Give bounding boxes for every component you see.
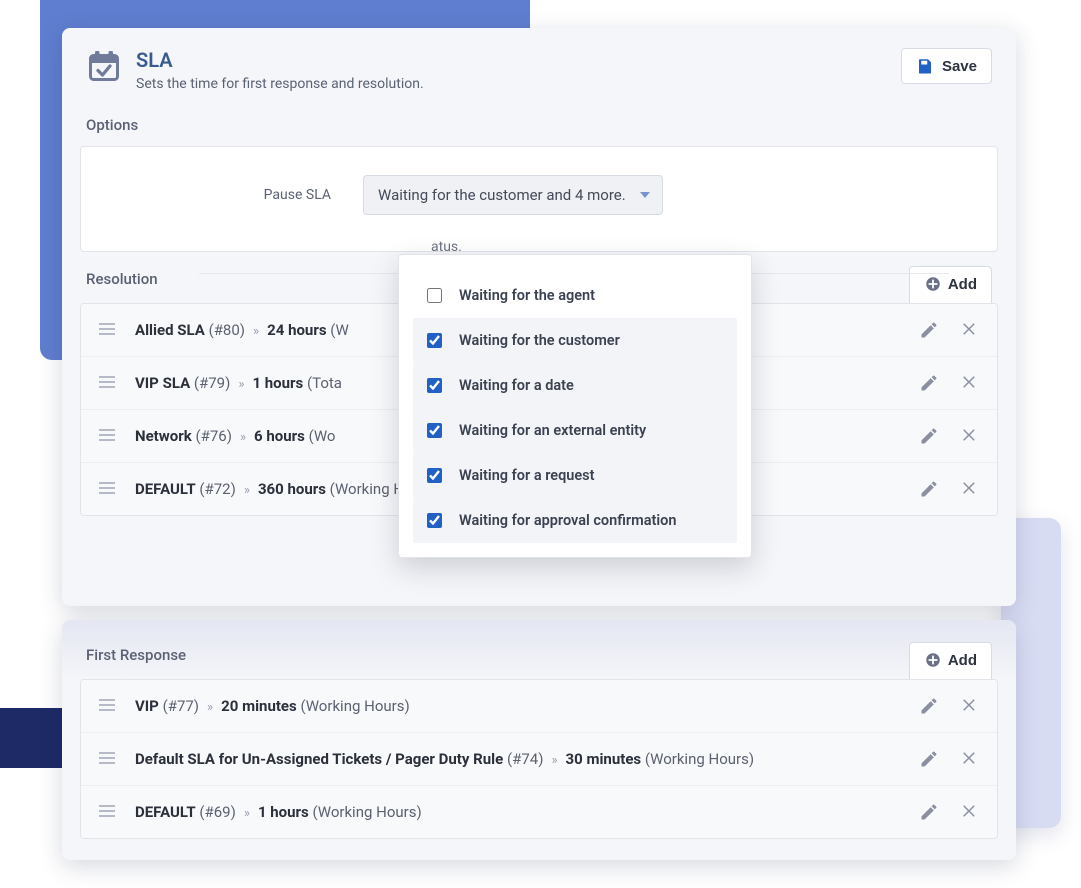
- drag-handle-icon[interactable]: [99, 374, 115, 393]
- delete-icon[interactable]: [961, 802, 979, 820]
- pause-option-checkbox[interactable]: [427, 468, 442, 483]
- rule-row: VIP (#77)»20 minutes (Working Hours): [81, 680, 997, 733]
- rule-row: Default SLA for Un-Assigned Tickets / Pa…: [81, 733, 997, 786]
- pause-option-checkbox[interactable]: [427, 378, 442, 393]
- rule-text: DEFAULT (#69)»1 hours (Working Hours): [135, 803, 919, 821]
- options-box: Pause SLA Waiting for the customer and 4…: [80, 146, 998, 252]
- pause-sla-dropdown: Waiting for the agent Waiting for the cus…: [398, 254, 752, 558]
- pause-option-2[interactable]: Waiting for a date: [413, 363, 737, 408]
- pause-option-label: Waiting for a request: [459, 467, 595, 484]
- edit-icon[interactable]: [919, 749, 939, 769]
- pause-option-checkbox[interactable]: [427, 513, 442, 528]
- edit-icon[interactable]: [919, 320, 939, 340]
- save-icon: [916, 57, 934, 75]
- edit-icon[interactable]: [919, 696, 939, 716]
- pause-option-label: Waiting for the customer: [459, 332, 620, 349]
- first-response-panel: First Response Add VIP (#77)»20 minutes …: [62, 620, 1016, 860]
- delete-icon[interactable]: [961, 479, 979, 497]
- add-resolution-button[interactable]: Add: [909, 266, 992, 303]
- edit-icon[interactable]: [919, 479, 939, 499]
- drag-handle-icon[interactable]: [99, 803, 115, 822]
- pause-option-3[interactable]: Waiting for an external entity: [413, 408, 737, 453]
- page-subtitle: Sets the time for first response and res…: [136, 76, 424, 92]
- first-response-section-label: First Response: [86, 646, 186, 664]
- edit-icon[interactable]: [919, 426, 939, 446]
- pause-hint-text: atus.: [431, 239, 973, 255]
- delete-icon[interactable]: [961, 320, 979, 338]
- pause-option-checkbox[interactable]: [427, 423, 442, 438]
- plus-circle-icon: [924, 275, 942, 293]
- pause-option-label: Waiting for a date: [459, 377, 574, 394]
- pause-option-checkbox[interactable]: [427, 288, 442, 303]
- pause-option-5[interactable]: Waiting for approval confirmation: [413, 498, 737, 543]
- drag-handle-icon[interactable]: [99, 480, 115, 499]
- drag-handle-icon[interactable]: [99, 321, 115, 340]
- pause-option-checkbox[interactable]: [427, 333, 442, 348]
- delete-icon[interactable]: [961, 373, 979, 391]
- delete-icon[interactable]: [961, 426, 979, 444]
- pause-sla-label: Pause SLA: [105, 187, 331, 203]
- calendar-check-icon: [86, 48, 122, 84]
- save-button[interactable]: Save: [901, 48, 992, 84]
- rule-row: DEFAULT (#69)»1 hours (Working Hours): [81, 786, 997, 838]
- delete-icon[interactable]: [961, 696, 979, 714]
- pause-option-0[interactable]: Waiting for the agent: [413, 273, 737, 318]
- rule-text: Default SLA for Un-Assigned Tickets / Pa…: [135, 750, 919, 768]
- delete-icon[interactable]: [961, 749, 979, 767]
- pause-sla-select[interactable]: Waiting for the customer and 4 more.: [363, 175, 663, 215]
- first-response-list: VIP (#77)»20 minutes (Working Hours) Defa…: [80, 679, 998, 839]
- pause-option-1[interactable]: Waiting for the customer: [413, 318, 737, 363]
- plus-circle-icon: [924, 651, 942, 669]
- page-title: SLA: [136, 48, 424, 72]
- resolution-section-label: Resolution: [86, 270, 158, 288]
- add-first-response-button[interactable]: Add: [909, 642, 992, 679]
- pause-option-label: Waiting for an external entity: [459, 422, 646, 439]
- rule-text: VIP (#77)»20 minutes (Working Hours): [135, 697, 919, 715]
- drag-handle-icon[interactable]: [99, 750, 115, 769]
- edit-icon[interactable]: [919, 373, 939, 393]
- drag-handle-icon[interactable]: [99, 427, 115, 446]
- chevron-down-icon: [640, 192, 650, 198]
- pause-option-label: Waiting for the agent: [459, 287, 595, 304]
- edit-icon[interactable]: [919, 802, 939, 822]
- sla-settings-panel: SLA Sets the time for first response and…: [62, 28, 1016, 606]
- pause-option-label: Waiting for approval confirmation: [459, 512, 676, 529]
- drag-handle-icon[interactable]: [99, 697, 115, 716]
- pause-option-4[interactable]: Waiting for a request: [413, 453, 737, 498]
- options-section-label: Options: [80, 102, 998, 146]
